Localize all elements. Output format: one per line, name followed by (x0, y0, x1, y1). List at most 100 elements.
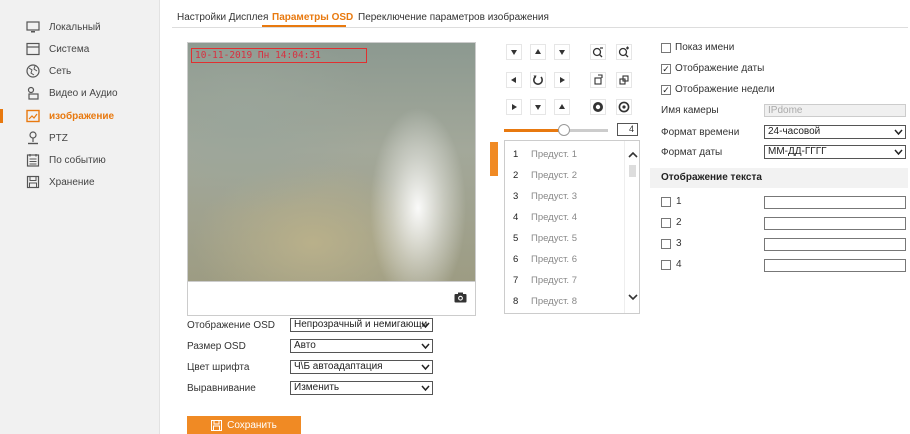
preset-name: Предуст. 2 (531, 169, 577, 181)
preset-list: 1 Предуст. 1 2 Предуст. 2 3 Предуст. 3 4 Пре… (504, 140, 640, 314)
text-4-number: 4 (676, 259, 682, 270)
date-format-select[interactable]: ММ-ДД-ГГГГ (764, 145, 906, 159)
text-1-input[interactable] (764, 196, 906, 209)
osd-size-label: Размер OSD (187, 341, 246, 352)
ptz-left-button[interactable] (506, 72, 522, 88)
save-button[interactable]: Сохранить (187, 416, 301, 434)
date-format-label: Формат даты (661, 147, 723, 158)
list-item[interactable]: 6 Предуст. 6 (505, 249, 623, 269)
preset-name: Предуст. 6 (531, 253, 577, 265)
show-name-checkbox[interactable] (661, 43, 671, 53)
ptz-down-left-button[interactable] (506, 99, 522, 115)
collapse-panel-tab[interactable] (490, 142, 498, 176)
ptz-auto-rotate-button[interactable] (530, 72, 546, 88)
preset-scrollbar[interactable] (624, 141, 640, 313)
ptz-right-button[interactable] (554, 72, 570, 88)
preset-number: 7 (513, 274, 519, 286)
camera-name-field[interactable]: IPdome (764, 104, 906, 117)
scrollbar-thumb[interactable] (629, 165, 636, 177)
zoom-in-icon (618, 46, 629, 58)
ptz-down-right-button[interactable] (554, 99, 570, 115)
list-item[interactable]: 5 Предуст. 5 (505, 228, 623, 248)
preset-number: 8 (513, 295, 519, 307)
video-preview[interactable]: 10-11-2019 Пн 14:04:31 (187, 42, 476, 282)
preset-name: Предуст. 5 (531, 232, 577, 244)
font-color-select[interactable]: Ч\Б автоадаптация (290, 360, 433, 374)
ptz-up-button[interactable] (530, 44, 546, 60)
alignment-label: Выравнивание (187, 383, 256, 394)
text-4-input[interactable] (764, 259, 906, 272)
system-icon (26, 42, 40, 56)
iris-close-button[interactable] (616, 99, 632, 115)
osd-size-value: Авто (294, 340, 316, 351)
show-week-checkbox[interactable]: ✓ (661, 85, 671, 95)
sidebar-item-label: PTZ (49, 132, 68, 144)
chevron-down-icon[interactable] (628, 293, 638, 301)
ptz-down-button[interactable] (530, 99, 546, 115)
globe-icon (26, 64, 40, 78)
zoom-in-button[interactable] (616, 44, 632, 60)
preview-toolbar (187, 282, 476, 316)
focus-far-icon (619, 75, 629, 85)
focus-near-button[interactable] (590, 72, 606, 88)
tab-bar: Настройки Дисплея Параметры OSD Переключ… (172, 0, 908, 28)
save-icon (211, 419, 223, 431)
list-item[interactable]: 4 Предуст. 4 (505, 207, 623, 227)
list-item[interactable]: 8 Предуст. 8 (505, 291, 623, 311)
camera-name-label: Имя камеры (661, 105, 719, 116)
chevron-down-icon (421, 322, 430, 329)
focus-far-button[interactable] (616, 72, 632, 88)
chevron-down-icon (421, 364, 430, 371)
tab-osd-settings[interactable]: Параметры OSD (272, 12, 353, 23)
text-3-checkbox[interactable] (661, 239, 671, 249)
text-1-checkbox[interactable] (661, 197, 671, 207)
osd-text-overlay[interactable]: 10-11-2019 Пн 14:04:31 (191, 48, 367, 63)
time-format-select[interactable]: 24-часовой (764, 125, 906, 139)
osd-size-select[interactable]: Авто (290, 339, 433, 353)
sidebar-item-label: Локальный (49, 21, 101, 33)
tab-image-parameters-switch[interactable]: Переключение параметров изображения (358, 12, 549, 23)
ptz-up-right-button[interactable] (554, 44, 570, 60)
slider-knob[interactable] (558, 124, 570, 136)
list-item[interactable]: 1 Предуст. 1 (505, 144, 623, 164)
iris-open-button[interactable] (590, 99, 606, 115)
preset-number: 1 (513, 148, 519, 160)
preset-name: Предуст. 4 (531, 211, 577, 223)
text-3-number: 3 (676, 238, 682, 249)
chevron-down-icon (894, 149, 903, 156)
calendar-icon (26, 154, 40, 167)
camera-snapshot-icon[interactable] (454, 292, 467, 303)
ptz-speed-slider[interactable] (504, 124, 608, 136)
show-week-label: Отображение недели (675, 84, 775, 95)
list-item[interactable]: 2 Предуст. 2 (505, 165, 623, 185)
osd-display-select[interactable]: Непрозрачный и немигающи (290, 318, 433, 332)
text-3-input[interactable] (764, 238, 906, 251)
ptz-up-left-button[interactable] (506, 44, 522, 60)
chevron-down-icon (421, 343, 430, 350)
image-icon (26, 109, 40, 123)
focus-near-icon (594, 74, 603, 85)
zoom-out-button[interactable] (590, 44, 606, 60)
arrow-down-icon (535, 105, 541, 110)
arrow-left-icon (511, 77, 516, 83)
show-date-checkbox[interactable]: ✓ (661, 64, 671, 74)
arrow-up-icon (535, 49, 541, 54)
chevron-up-icon[interactable] (628, 151, 638, 159)
sidebar-item-label: Хранение (49, 176, 95, 188)
list-item[interactable]: 7 Предуст. 7 (505, 270, 623, 290)
font-color-label: Цвет шрифта (187, 362, 250, 373)
text-4-checkbox[interactable] (661, 260, 671, 270)
alignment-select[interactable]: Изменить (290, 381, 433, 395)
list-item[interactable]: 3 Предуст. 3 (505, 186, 623, 206)
tab-display-settings[interactable]: Настройки Дисплея (177, 12, 268, 23)
text-2-checkbox[interactable] (661, 218, 671, 228)
alignment-value: Изменить (294, 382, 340, 393)
sidebar: Локальный Система Сеть Видео и Аудио изо… (0, 0, 160, 434)
ptz-speed-value[interactable]: 4 (617, 123, 638, 136)
monitor-icon (26, 21, 40, 33)
zoom-out-icon (592, 47, 603, 58)
arrow-right-icon (560, 77, 565, 83)
preset-name: Предуст. 3 (531, 190, 577, 202)
active-indicator (0, 109, 3, 123)
text-2-input[interactable] (764, 217, 906, 230)
